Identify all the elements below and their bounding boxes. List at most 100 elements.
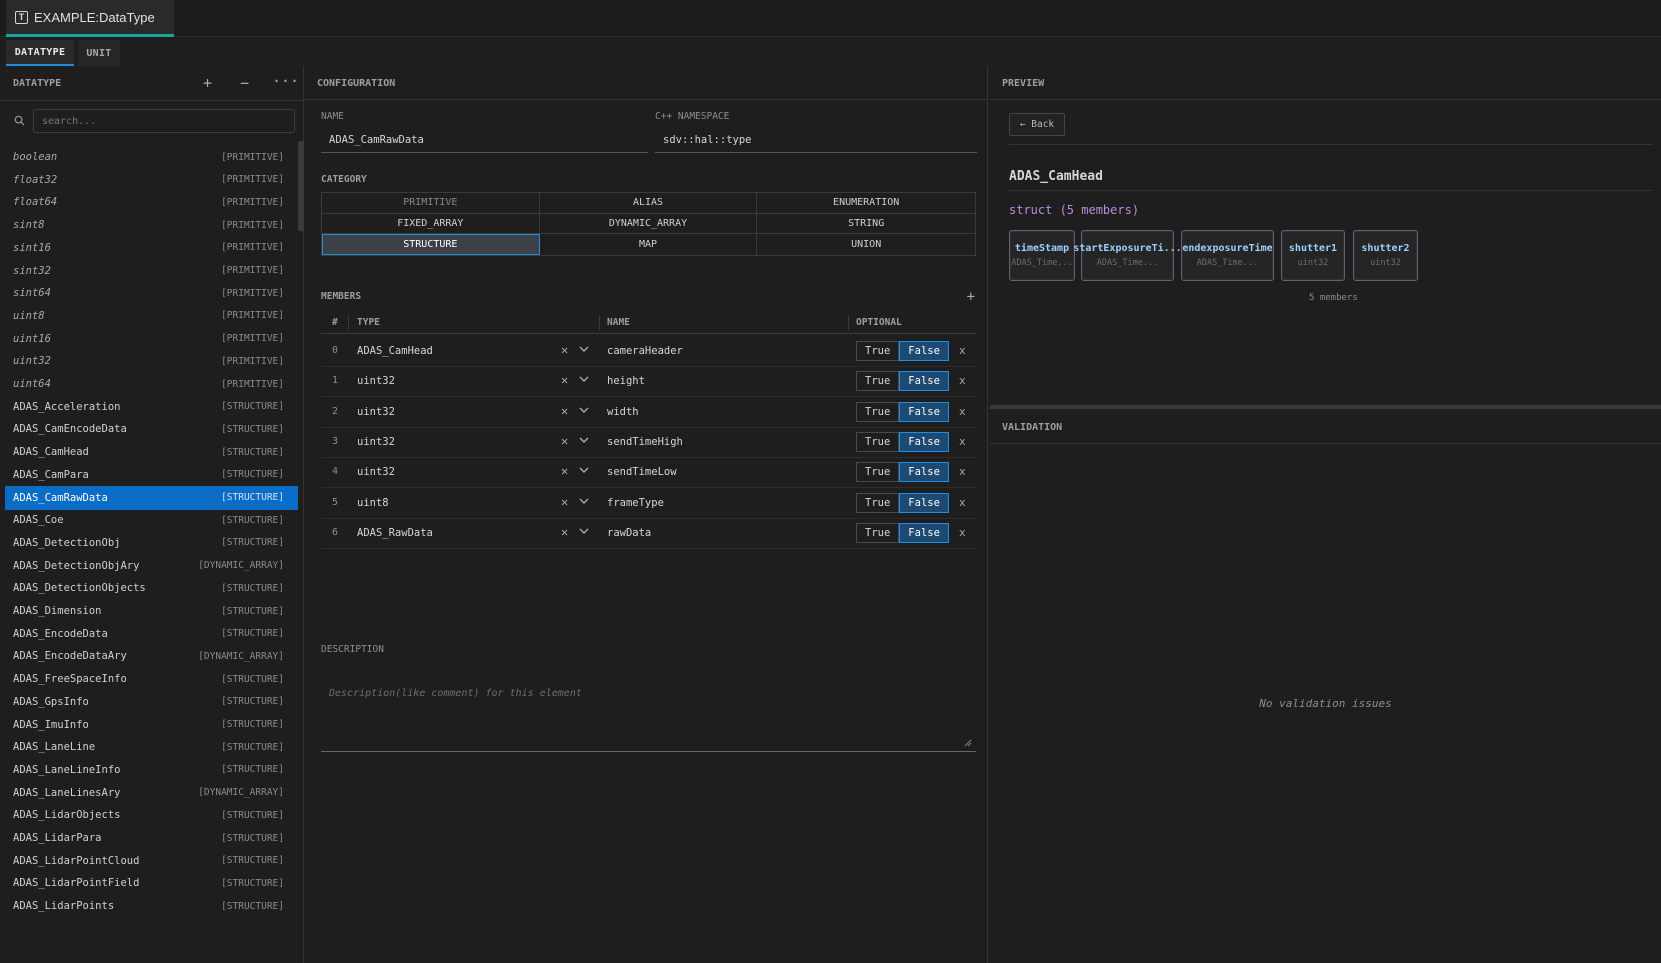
optional-false-button[interactable]: False (899, 492, 949, 513)
chevron-down-icon[interactable] (577, 494, 591, 508)
optional-true-button[interactable]: True (856, 371, 900, 392)
list-item[interactable]: ADAS_GpsInfo [STRUCTURE] (5, 690, 298, 714)
list-item[interactable]: float32 [PRIMITIVE] (5, 168, 298, 192)
delete-member-icon[interactable]: x (959, 496, 966, 509)
remove-datatype-button[interactable]: − (240, 74, 249, 92)
sidebar-scrollbar[interactable] (298, 141, 304, 231)
member-chip[interactable]: shutter2 uint32 (1353, 230, 1418, 281)
list-item[interactable]: ADAS_EncodeDataAry [DYNAMIC_ARRAY] (5, 644, 298, 668)
optional-false-button[interactable]: False (899, 431, 949, 452)
clear-type-icon[interactable]: ✕ (561, 495, 568, 509)
tab-unit[interactable]: UNIT (78, 40, 120, 66)
list-item[interactable]: ADAS_Dimension [STRUCTURE] (5, 599, 298, 623)
list-item[interactable]: sint32 [PRIMITIVE] (5, 259, 298, 283)
optional-false-button[interactable]: False (899, 462, 949, 483)
resize-handle-icon[interactable] (964, 739, 972, 747)
category-option[interactable]: UNION (757, 234, 975, 255)
clear-type-icon[interactable]: ✕ (561, 404, 568, 418)
member-type-select[interactable]: uint32 (357, 436, 395, 448)
list-item[interactable]: ADAS_LidarPara [STRUCTURE] (5, 826, 298, 850)
list-item[interactable]: ADAS_LidarPointField [STRUCTURE] (5, 871, 298, 895)
list-item[interactable]: ADAS_DetectionObjects [STRUCTURE] (5, 576, 298, 600)
list-item[interactable]: ADAS_ImuInfo [STRUCTURE] (5, 713, 298, 737)
member-chip[interactable]: timeStamp ADAS_Time... (1009, 230, 1075, 281)
more-options-button[interactable]: ··· (272, 72, 299, 90)
member-type-select[interactable]: uint32 (357, 375, 395, 387)
optional-true-button[interactable]: True (856, 492, 900, 513)
list-item[interactable]: sint64 [PRIMITIVE] (5, 281, 298, 305)
member-chip[interactable]: endexposureTime ADAS_Time... (1181, 230, 1274, 281)
optional-false-button[interactable]: False (899, 371, 949, 392)
list-item[interactable]: ADAS_EncodeData [STRUCTURE] (5, 622, 298, 646)
member-chip[interactable]: startExposureTi... ADAS_Time... (1073, 230, 1182, 281)
optional-false-button[interactable]: False (899, 341, 949, 361)
list-item[interactable]: ADAS_LaneLineInfo [STRUCTURE] (5, 758, 298, 782)
list-item[interactable]: boolean [PRIMITIVE] (5, 145, 298, 169)
description-textarea[interactable]: Description(like comment) for this eleme… (321, 680, 976, 752)
member-type-select[interactable]: ADAS_CamHead (357, 345, 433, 357)
add-datatype-button[interactable]: + (203, 74, 212, 92)
clear-type-icon[interactable]: ✕ (561, 464, 568, 478)
delete-member-icon[interactable]: x (959, 405, 966, 418)
member-name-field[interactable]: width (607, 406, 639, 418)
category-option[interactable]: FIXED_ARRAY (322, 213, 540, 235)
list-item[interactable]: float64 [PRIMITIVE] (5, 190, 298, 214)
list-item[interactable]: ADAS_CamPara [STRUCTURE] (5, 463, 298, 487)
list-item[interactable]: uint64 [PRIMITIVE] (5, 372, 298, 396)
back-button[interactable]: ← Back (1009, 113, 1065, 136)
list-item[interactable]: ADAS_LaneLinesAry [DYNAMIC_ARRAY] (5, 781, 298, 805)
clear-type-icon[interactable]: ✕ (561, 525, 568, 539)
list-item[interactable]: sint8 [PRIMITIVE] (5, 213, 298, 237)
list-item[interactable]: ADAS_LidarPointCloud [STRUCTURE] (5, 849, 298, 873)
list-item[interactable]: ADAS_DetectionObj [STRUCTURE] (5, 531, 298, 555)
chevron-down-icon[interactable] (577, 342, 591, 356)
list-item[interactable]: ADAS_CamHead [STRUCTURE] (5, 440, 298, 464)
tab-datatype[interactable]: DATATYPE (6, 40, 74, 66)
chevron-down-icon[interactable] (577, 463, 591, 477)
optional-true-button[interactable]: True (856, 462, 900, 483)
clear-type-icon[interactable]: ✕ (561, 434, 568, 448)
delete-member-icon[interactable]: x (959, 465, 966, 478)
chevron-down-icon[interactable] (577, 433, 591, 447)
member-chip[interactable]: shutter1 uint32 (1281, 230, 1345, 281)
member-type-select[interactable]: uint32 (357, 406, 395, 418)
list-item[interactable]: ADAS_Coe [STRUCTURE] (5, 508, 298, 532)
add-member-button[interactable]: + (967, 289, 975, 305)
delete-member-icon[interactable]: x (959, 435, 966, 448)
search-input[interactable]: search... (33, 109, 295, 133)
member-name-field[interactable]: height (607, 375, 645, 387)
chevron-down-icon[interactable] (577, 403, 591, 417)
optional-true-button[interactable]: True (856, 431, 900, 452)
list-item[interactable]: uint32 [PRIMITIVE] (5, 349, 298, 373)
list-item[interactable]: uint8 [PRIMITIVE] (5, 304, 298, 328)
member-name-field[interactable]: sendTimeLow (607, 466, 677, 478)
category-option[interactable]: STRING (757, 214, 975, 235)
list-item[interactable]: uint16 [PRIMITIVE] (5, 327, 298, 351)
list-item[interactable]: ADAS_CamEncodeData [STRUCTURE] (5, 417, 298, 441)
member-name-field[interactable]: rawData (607, 527, 651, 539)
optional-false-button[interactable]: False (899, 401, 949, 422)
list-item[interactable]: ADAS_CamRawData [STRUCTURE] (5, 485, 298, 510)
member-name-field[interactable]: cameraHeader (607, 345, 683, 357)
list-item[interactable]: ADAS_DetectionObjAry [DYNAMIC_ARRAY] (5, 554, 298, 578)
name-field[interactable]: ADAS_CamRawData (321, 127, 648, 153)
member-name-field[interactable]: frameType (607, 497, 664, 509)
list-item[interactable]: ADAS_LidarObjects [STRUCTURE] (5, 803, 298, 827)
list-item[interactable]: ADAS_Acceleration [STRUCTURE] (5, 395, 298, 419)
category-option[interactable]: ENUMERATION (757, 193, 975, 214)
member-name-field[interactable]: sendTimeHigh (607, 436, 683, 448)
member-type-select[interactable]: uint8 (357, 497, 389, 509)
member-type-select[interactable]: uint32 (357, 466, 395, 478)
category-option[interactable]: MAP (540, 234, 758, 255)
list-item[interactable]: ADAS_LidarPoints [STRUCTURE] (5, 894, 298, 918)
chevron-down-icon[interactable] (577, 372, 591, 386)
category-option[interactable]: DYNAMIC_ARRAY (539, 213, 758, 235)
clear-type-icon[interactable]: ✕ (561, 373, 568, 387)
chevron-down-icon[interactable] (577, 524, 591, 538)
document-tab[interactable]: T EXAMPLE:DataType (6, 0, 174, 37)
optional-true-button[interactable]: True (856, 522, 900, 543)
optional-true-button[interactable]: True (856, 341, 900, 361)
optional-false-button[interactable]: False (899, 522, 949, 543)
delete-member-icon[interactable]: x (959, 526, 966, 539)
optional-true-button[interactable]: True (856, 401, 900, 422)
